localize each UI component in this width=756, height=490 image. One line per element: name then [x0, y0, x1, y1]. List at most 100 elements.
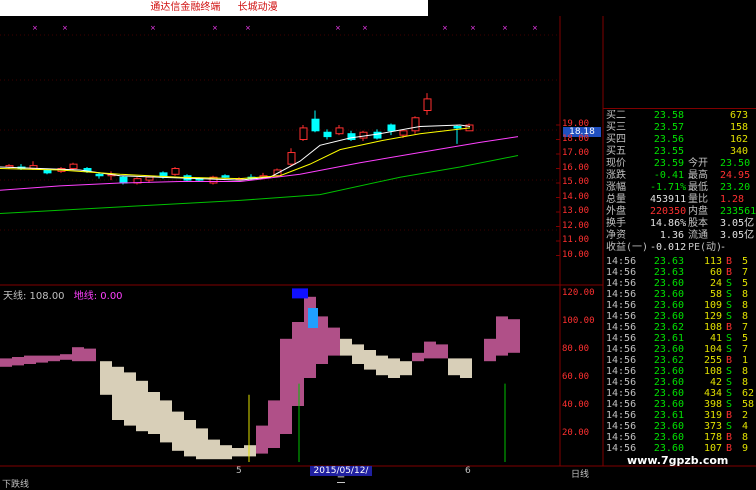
tick-side: S [726, 388, 733, 399]
tick-side: S [726, 278, 733, 289]
price-tick-label: 15.00 [562, 177, 590, 187]
stat-label: 今开 [688, 158, 708, 169]
indicator-bar [352, 344, 364, 364]
tick-side: S [726, 344, 733, 355]
tick-price: 23.60 [653, 278, 684, 289]
period-selector[interactable]: 日线 [571, 467, 589, 480]
stat-label: 总量 [606, 194, 626, 205]
x-label-june: 6 [465, 466, 471, 476]
tick-volume: 58 [709, 289, 722, 300]
indicator-bar [244, 445, 256, 457]
tick-count: 7 [742, 322, 749, 333]
stat-value: - [720, 242, 727, 253]
tick-side: S [726, 311, 733, 322]
tick-volume: 434 [703, 388, 722, 399]
tick-price: 23.60 [653, 399, 684, 410]
indicator-bar [280, 338, 292, 434]
tick-side: B [726, 267, 733, 278]
tick-time: 14:56 [606, 388, 637, 399]
stat-value: 233561 [720, 206, 756, 217]
x-label-may: 5 [236, 466, 242, 476]
price-tick-label: 19.00 [562, 119, 590, 129]
tick-time: 14:56 [606, 410, 637, 421]
candle-body [423, 98, 432, 112]
top-marker: × [32, 24, 38, 32]
tick-time: 14:56 [606, 256, 637, 267]
top-marker: × [212, 24, 218, 32]
stat-label: 外盘 [606, 206, 626, 217]
tick-time: 14:56 [606, 377, 637, 388]
stat-label: 换手 [606, 218, 626, 229]
stat-label: 量比 [688, 194, 708, 205]
tick-time: 14:56 [606, 399, 637, 410]
indicator-peak-marker [308, 308, 318, 328]
price-tick-label: 12.00 [562, 220, 590, 231]
indicator-bar [124, 372, 136, 426]
candle-body [411, 117, 420, 132]
price-tick-label: 17.00 [562, 148, 590, 158]
candle-body [335, 127, 344, 135]
tick-price: 23.60 [653, 443, 684, 454]
tick-volume: 24 [709, 278, 722, 289]
bid-volume: 158 [730, 122, 749, 133]
tick-side: S [726, 377, 733, 388]
stat-label: PE(动) [688, 242, 723, 253]
tick-count: 7 [742, 344, 749, 355]
top-marker: × [532, 24, 538, 32]
stat-label: 最高 [688, 170, 708, 181]
indicator-bar [496, 316, 508, 356]
top-marker: × [62, 24, 68, 32]
candle-body [95, 173, 104, 177]
tick-side: B [726, 410, 733, 421]
stat-value: 23.50 [720, 158, 751, 169]
tick-volume: 398 [703, 399, 722, 410]
tick-volume: 113 [703, 256, 722, 267]
indicator-bar [232, 448, 244, 457]
sky-line-label: 天线: 108.00 [3, 291, 65, 302]
indicator-bar [292, 322, 304, 406]
tick-count: 4 [742, 421, 749, 432]
tick-side: S [726, 289, 733, 300]
indicator-bar [172, 411, 184, 451]
ma20-line [0, 136, 519, 191]
tick-count: 9 [742, 443, 749, 454]
moving-average-lines [0, 124, 519, 214]
stat-value: 14.86% [650, 218, 687, 229]
candle-body [69, 163, 78, 169]
tick-price: 23.62 [653, 322, 684, 333]
candle-body [171, 168, 180, 175]
stat-value: 220350 [650, 206, 687, 217]
price-tick-label: 13.00 [562, 206, 590, 216]
tick-time: 14:56 [606, 289, 637, 300]
quote-panel[interactable]: 买二 23.58 673 买三 23.57 158 买四 23.56 162 买五 23.55 340… [604, 110, 756, 466]
indicator-bar [148, 392, 160, 434]
stat-label: 收益(一) [606, 242, 649, 253]
bid-price: 23.57 [653, 122, 684, 133]
price-tick-label: 11.00 [562, 235, 590, 245]
candle-body [299, 127, 308, 141]
indicator-bar [484, 338, 496, 362]
indicator-tab[interactable]: 下跌线 [2, 477, 29, 490]
ground-line-label: 地线: 0.00 [73, 291, 123, 302]
tick-volume: 107 [703, 443, 722, 454]
stat-label: 涨幅 [606, 182, 626, 193]
tick-time: 14:56 [606, 443, 637, 454]
stat-value: 23.59 [653, 158, 684, 169]
tick-volume: 108 [703, 366, 722, 377]
stat-value: 3.05亿 [720, 218, 755, 229]
indicator-bar [0, 358, 12, 367]
tick-side: B [726, 432, 733, 443]
indicator-tick-label: 40.00 [562, 400, 590, 410]
tick-time: 14:56 [606, 366, 637, 377]
indicator-bar [72, 347, 84, 362]
indicator-tick-label: 100.00 [562, 316, 595, 326]
indicator-bar [388, 358, 400, 378]
tick-side: S [726, 333, 733, 344]
candle-body [145, 176, 154, 181]
stat-value: 1.36 [659, 230, 684, 241]
stat-value: -0.012 [650, 242, 687, 253]
indicator-bar [184, 420, 196, 457]
tick-time: 14:56 [606, 421, 637, 432]
tick-count: 2 [742, 410, 749, 421]
tick-price: 23.60 [653, 421, 684, 432]
